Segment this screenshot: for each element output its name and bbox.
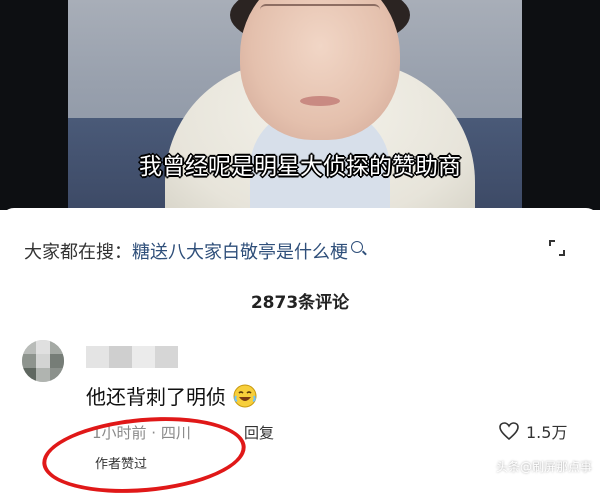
trending-search-term[interactable]: 糖送八大家白敬亭是什么梗 [132,238,348,264]
video-person-lips [300,96,340,106]
trending-search-prefix: 大家都在搜： [24,242,132,263]
reply-button[interactable]: 回复 [244,422,274,443]
like-count: 1.5万 [526,423,568,442]
watermark: 头条@刷屏那点事 [495,460,592,474]
comment-sheet: 大家都在搜： 糖送八大家白敬亭是什么梗 2873条评论 他还背刺了明侦 1小时前… [0,208,600,501]
like-button[interactable]: 1.5万 [498,419,567,443]
expand-icon[interactable] [548,239,566,257]
search-icon [351,241,363,253]
video-caption: 我曾经呢是明星大侦探的赞助商 [139,154,461,180]
video-player[interactable]: 我曾经呢是明星大侦探的赞助商 [0,0,600,210]
red-highlight-circle [39,409,249,501]
heart-icon [499,422,519,441]
laughing-emoji-icon [233,384,257,407]
avatar[interactable] [22,340,64,382]
comment-count: 2873条评论 [250,293,350,313]
comment-item: 他还背刺了明侦 [86,381,258,410]
username-blurred [86,346,178,368]
trending-search-row[interactable]: 大家都在搜： 糖送八大家白敬亭是什么梗 [24,238,363,264]
comment-text: 他还背刺了明侦 [86,385,226,409]
video-person-glasses [260,4,380,36]
